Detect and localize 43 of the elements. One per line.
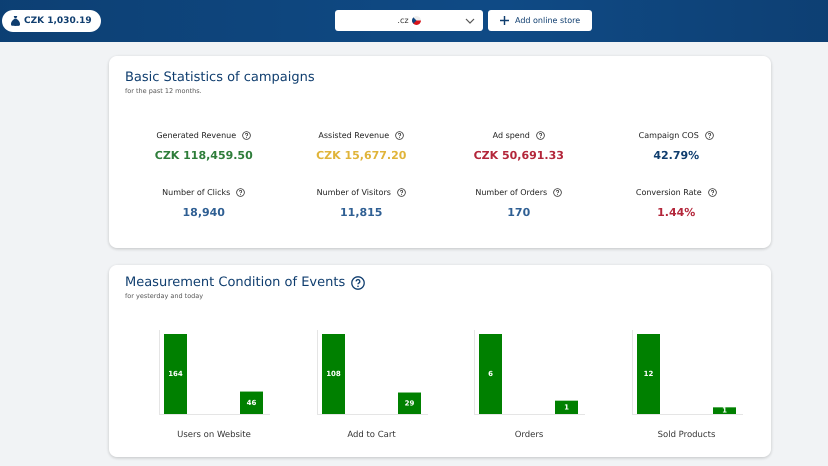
metric-value: 11,815 <box>340 206 382 219</box>
metric-value: CZK 50,691.33 <box>474 149 564 162</box>
help-icon[interactable] <box>704 131 714 140</box>
metric-label: Generated Revenue <box>156 131 236 140</box>
store-select[interactable]: .cz <box>335 10 483 31</box>
bar <box>555 400 578 414</box>
balance-badge[interactable]: CZK 1,030.19 <box>2 10 101 32</box>
chevron-down-icon <box>465 18 475 24</box>
metric-value: CZK 118,459.50 <box>154 149 253 162</box>
chart-label: Add to Cart <box>346 430 397 440</box>
help-icon[interactable] <box>351 276 366 290</box>
help-icon[interactable] <box>536 131 545 140</box>
bar <box>398 392 420 414</box>
chart-label: Orders <box>514 430 544 440</box>
bar <box>712 407 736 414</box>
help-icon[interactable] <box>708 188 717 197</box>
metric-value: CZK 15,677.20 <box>316 149 406 162</box>
metric-value: 1.44% <box>657 206 696 219</box>
help-icon[interactable] <box>395 131 404 140</box>
metric-value: 18,940 <box>182 206 225 219</box>
card-title: Measurement Condition of Events <box>125 275 346 290</box>
metric-value: 170 <box>507 206 530 219</box>
plus-icon <box>500 16 509 25</box>
metric-label: Number of Orders <box>475 188 548 197</box>
chart-label: Users on Website <box>176 430 252 440</box>
metric-label: Assisted Revenue <box>318 131 390 140</box>
add-store-button[interactable]: Add online store <box>488 10 592 31</box>
help-icon[interactable] <box>236 188 246 197</box>
bar <box>240 392 263 414</box>
help-icon[interactable] <box>242 131 252 140</box>
balance-amount: CZK 1,030.19 <box>24 16 92 26</box>
metric-label: Number of Visitors <box>316 188 391 197</box>
metric-label: Campaign COS <box>638 131 699 140</box>
chart-label: Sold Products <box>656 430 716 440</box>
metric-value: 42.79% <box>653 149 700 162</box>
metric-label: Conversion Rate <box>636 188 702 197</box>
help-icon[interactable] <box>553 188 562 197</box>
money-bag-icon <box>11 16 20 26</box>
card-title: Basic Statistics of campaigns <box>125 70 315 85</box>
help-icon[interactable] <box>396 188 406 197</box>
flag-icon <box>412 16 421 25</box>
metric-label: Number of Clicks <box>162 188 230 197</box>
metric-label: Ad spend <box>492 131 530 140</box>
